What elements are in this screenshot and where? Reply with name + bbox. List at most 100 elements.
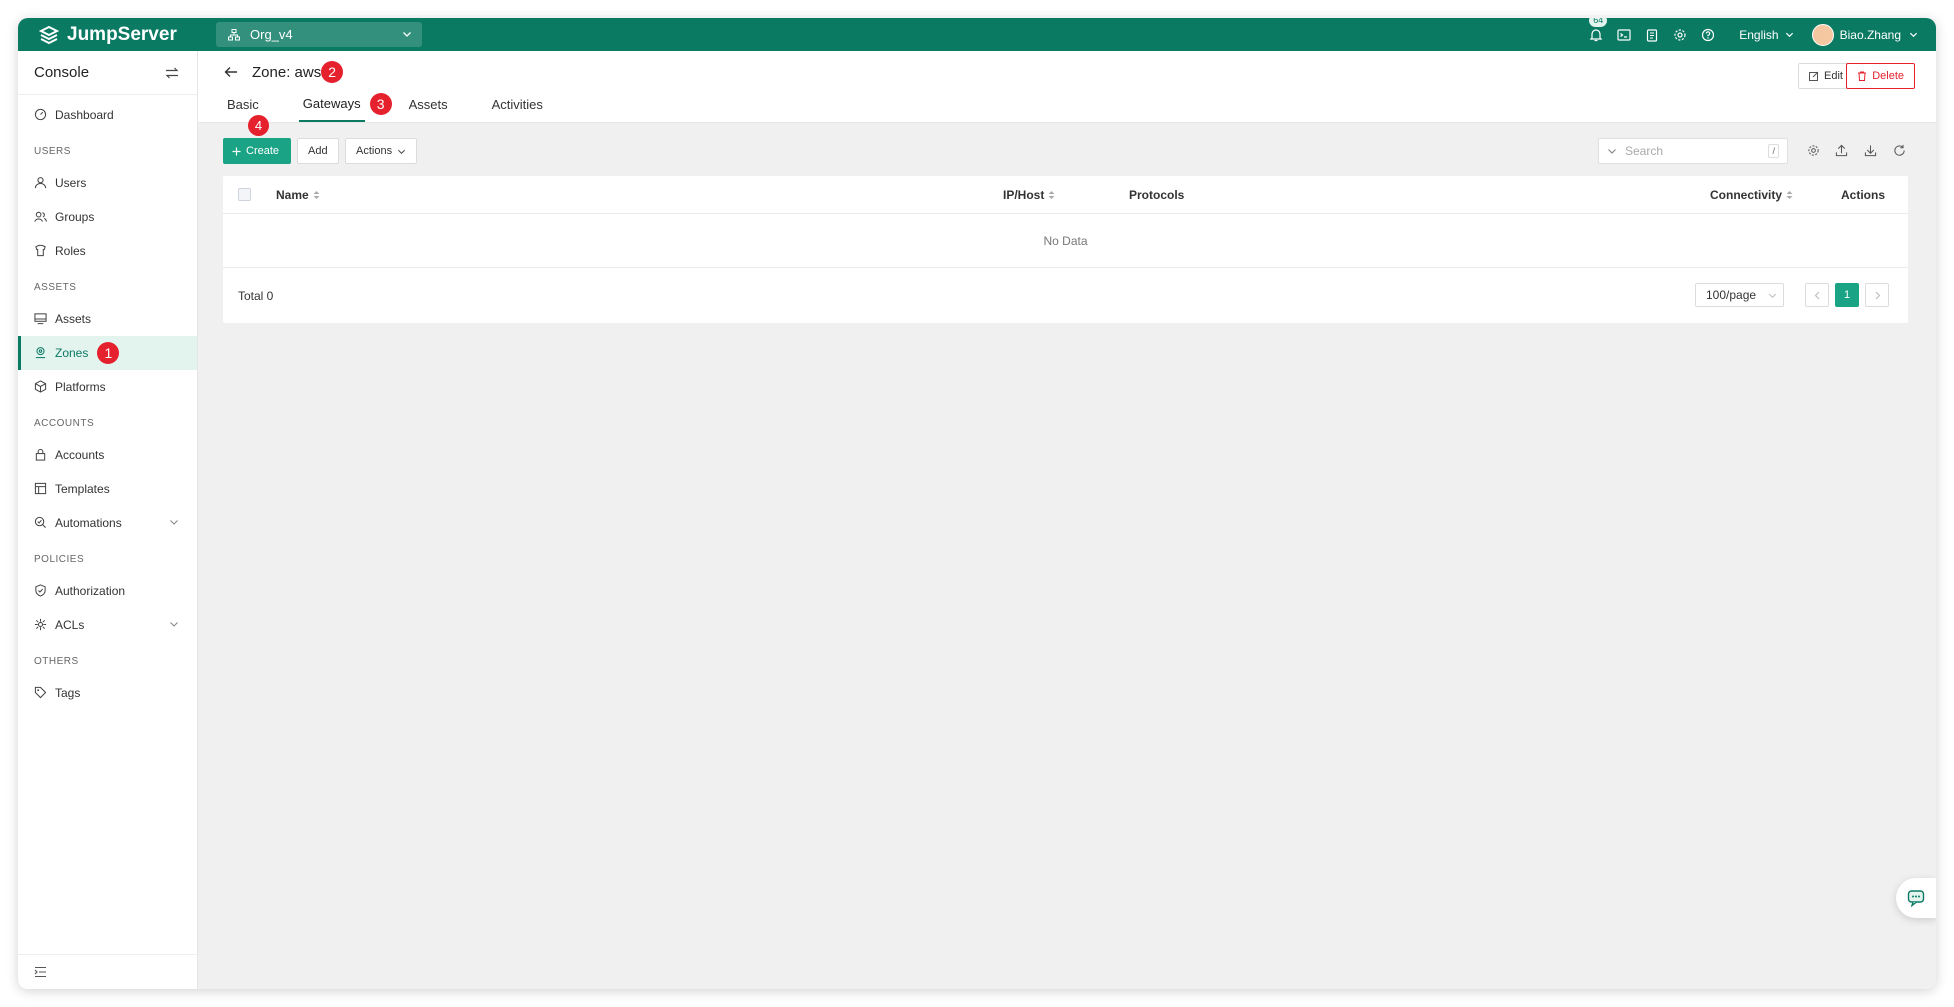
tab-gateways[interactable]: Gateways 3	[298, 87, 392, 122]
sidebar-section-users: USERS	[34, 145, 71, 157]
sidebar-item-authorization[interactable]: Authorization	[18, 574, 197, 608]
create-button[interactable]: Create	[223, 138, 291, 164]
page-size-select[interactable]: 100/page	[1695, 283, 1784, 307]
sidebar-item-zones[interactable]: Zones 1	[18, 336, 197, 370]
checkbox	[238, 188, 251, 201]
chevron-down-icon	[1909, 30, 1918, 39]
acl-icon	[34, 618, 48, 632]
sidebar-item-label: Users	[55, 176, 87, 190]
terminal-button[interactable]	[1617, 28, 1631, 42]
total-count: Total 0	[238, 288, 274, 303]
sidebar-item-automations[interactable]: Automations	[18, 506, 197, 540]
chevron-down-icon	[1785, 30, 1794, 39]
switch-view-icon[interactable]	[165, 66, 179, 80]
sidebar-item-accounts[interactable]: Accounts	[18, 438, 197, 472]
user-menu[interactable]: Biao.Zhang	[1811, 23, 1918, 46]
prev-page-button[interactable]	[1805, 283, 1829, 307]
step-marker: 4	[248, 115, 269, 136]
chevron-down-icon	[397, 147, 406, 156]
language-label: English	[1739, 27, 1779, 42]
notification-count-badge: 64	[1589, 18, 1608, 27]
delete-label: Delete	[1872, 70, 1904, 82]
sidebar-section-accounts: ACCOUNTS	[34, 417, 95, 429]
sidebar-section-policies: POLICIES	[34, 553, 85, 565]
chevron-down-icon	[1607, 146, 1617, 156]
avatar	[1811, 23, 1834, 46]
actions-dropdown[interactable]: Actions	[345, 138, 418, 164]
sidebar-item-users[interactable]: Users	[18, 166, 197, 200]
chevron-down-icon	[169, 619, 179, 629]
sidebar-header: Console	[18, 51, 197, 95]
help-button[interactable]	[1701, 28, 1715, 42]
search-placeholder: Search	[1625, 144, 1664, 158]
create-label: Create	[246, 145, 280, 157]
sidebar-collapse-button[interactable]	[18, 954, 197, 989]
delete-button[interactable]: Delete	[1846, 63, 1915, 89]
next-page-button[interactable]	[1865, 283, 1889, 307]
table-footer: Total 0 100/page 1	[223, 268, 1908, 323]
column-header-connectivity[interactable]: Connectivity	[1710, 176, 1793, 213]
step-marker: 1	[97, 342, 120, 364]
sidebar-item-label: Roles	[55, 244, 86, 258]
sidebar-item-assets[interactable]: Assets	[18, 302, 197, 336]
back-arrow-icon[interactable]	[224, 66, 238, 78]
trash-icon	[1857, 71, 1867, 81]
language-selector[interactable]: English	[1739, 28, 1793, 42]
sidebar-item-groups[interactable]: Groups	[18, 200, 197, 234]
refresh-icon[interactable]	[1893, 144, 1906, 157]
sidebar-item-platforms[interactable]: Platforms	[18, 370, 197, 404]
tab-label: Basic	[227, 97, 259, 112]
top-bar: JumpServer Org_v4 64 English Biao.Zhang	[18, 18, 1936, 51]
org-icon	[228, 28, 240, 41]
sidebar-item-dashboard[interactable]: Dashboard	[18, 98, 197, 132]
sidebar-item-label: Templates	[55, 482, 110, 496]
zone-icon	[34, 346, 48, 360]
column-header-name[interactable]: Name	[276, 176, 320, 213]
settings-button[interactable]	[1673, 28, 1687, 42]
username: Biao.Zhang	[1839, 27, 1901, 42]
chevron-down-icon	[402, 29, 412, 39]
sidebar-item-acls[interactable]: ACLs	[18, 608, 197, 642]
tab-bar: Basic Gateways 3 Assets Activities	[223, 87, 583, 122]
notifications-button[interactable]: 64	[1589, 18, 1608, 42]
tab-assets[interactable]: Assets	[405, 87, 452, 122]
column-header-actions: Actions	[1841, 176, 1885, 213]
sidebar-item-roles[interactable]: Roles	[18, 234, 197, 268]
role-icon	[34, 244, 48, 258]
sidebar-item-tags[interactable]: Tags	[18, 676, 197, 710]
page-title: Zone: aws	[252, 63, 322, 81]
column-header-ip-host[interactable]: IP/Host	[1003, 176, 1055, 213]
column-label: IP/Host	[1003, 187, 1045, 202]
column-settings-icon[interactable]	[1807, 144, 1820, 157]
empty-state: No Data	[223, 214, 1908, 268]
chevron-left-icon	[1814, 291, 1821, 300]
tab-label: Activities	[491, 97, 543, 112]
logo[interactable]: JumpServer	[38, 18, 177, 51]
app-window: JumpServer Org_v4 64 English Biao.Zhang …	[18, 18, 1936, 989]
column-header-protocols: Protocols	[1129, 176, 1184, 213]
edit-icon	[1809, 71, 1819, 81]
logo-icon	[38, 24, 60, 46]
tab-activities[interactable]: Activities	[488, 87, 547, 122]
org-selector[interactable]: Org_v4	[216, 22, 422, 47]
upload-icon[interactable]	[1835, 144, 1848, 157]
gear-icon	[1673, 28, 1687, 42]
select-all-checkbox[interactable]	[238, 176, 251, 213]
download-icon[interactable]	[1864, 144, 1877, 157]
sidebar-item-label: Groups	[55, 210, 95, 224]
sidebar-item-templates[interactable]: Templates	[18, 472, 197, 506]
sidebar-section-others: OTHERS	[34, 655, 79, 667]
chat-icon	[1907, 889, 1925, 907]
tickets-button[interactable]	[1645, 28, 1659, 42]
chat-assistant-button[interactable]	[1896, 878, 1936, 918]
tab-label: Assets	[408, 97, 448, 112]
search-input[interactable]: Search /	[1598, 138, 1788, 164]
page-button-current[interactable]: 1	[1835, 283, 1859, 307]
sort-icon	[1786, 190, 1793, 200]
add-button[interactable]: Add	[297, 138, 339, 164]
automation-icon	[34, 516, 48, 530]
step-marker: 3	[369, 93, 392, 115]
search-shortcut-hint: /	[1768, 144, 1779, 158]
table-header: Name IP/Host Protocols Connectivity Acti…	[223, 176, 1908, 214]
sort-icon	[313, 190, 320, 200]
